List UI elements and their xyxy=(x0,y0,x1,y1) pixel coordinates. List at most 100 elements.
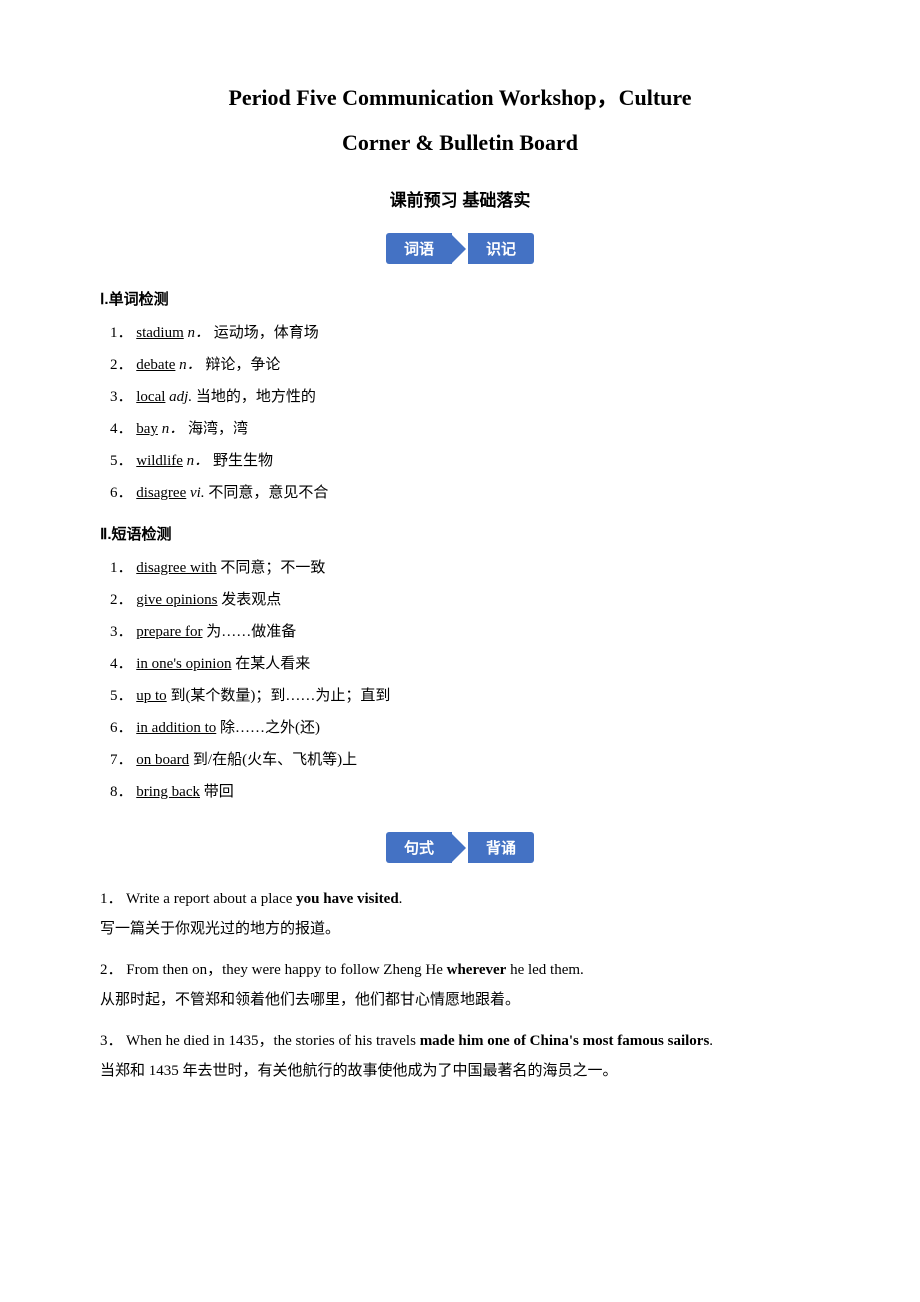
item-num: 1． xyxy=(110,560,133,576)
cn-bay: 海湾，湾 xyxy=(188,421,248,437)
roman2-label: Ⅱ.短语检测 xyxy=(100,523,820,544)
word-debate: debate xyxy=(136,357,175,373)
sentence-end-1: . xyxy=(399,891,403,907)
list-item: 4． in one's opinion 在某人看来 xyxy=(110,652,820,676)
word-bay: bay xyxy=(136,421,158,437)
pos-wildlife: n． xyxy=(187,453,210,469)
sentence-en-2: 2． From then on，they were happy to follo… xyxy=(100,958,820,984)
sentence-text-2a: From then on，they were happy to follow Z… xyxy=(126,962,446,978)
cn-phrase-6: 除……之外(还) xyxy=(220,720,320,736)
word-disagree: disagree xyxy=(136,485,186,501)
sentence-bold-3: made him one of China's most famous sail… xyxy=(420,1033,710,1049)
section-header: 课前预习 基础落实 xyxy=(100,186,820,211)
badge-ciyujiji: 词语 识记 xyxy=(100,233,820,264)
sentence-text-3a: When he died in 1435，the stories of his … xyxy=(126,1033,420,1049)
sentence-cn-2: 从那时起，不管郑和领着他们去哪里，他们都甘心情愿地跟着。 xyxy=(100,988,820,1014)
sentence-item-2: 2． From then on，they were happy to follo… xyxy=(100,958,820,1013)
item-num: 6． xyxy=(110,720,133,736)
cn-phrase-3: 为……做准备 xyxy=(206,624,296,640)
sentence-item-3: 3． When he died in 1435，the stories of h… xyxy=(100,1029,820,1084)
badge-right-shiji: 识记 xyxy=(468,233,534,264)
cn-phrase-4: 在某人看来 xyxy=(235,656,310,672)
roman1-label: Ⅰ.单词检测 xyxy=(100,288,820,309)
sentence-text-1a: Write a report about a place xyxy=(126,891,296,907)
sentence-cn-1: 写一篇关于你观光过的地方的报道。 xyxy=(100,917,820,943)
list-item: 2． give opinions 发表观点 xyxy=(110,588,820,612)
phrase-give-opinions: give opinions xyxy=(136,592,217,608)
phrase-in-addition-to: in addition to xyxy=(136,720,216,736)
cn-phrase-1: 不同意；不一致 xyxy=(220,560,325,576)
word-stadium: stadium xyxy=(136,325,184,341)
item-num: 4． xyxy=(110,421,133,437)
badge-left-ciyujiji: 词语 xyxy=(386,233,452,264)
phrase-in-ones-opinion: in one's opinion xyxy=(136,656,231,672)
sentence-list: 1． Write a report about a place you have… xyxy=(100,887,820,1084)
sentence-text-2b: he led them. xyxy=(506,962,583,978)
list-item: 7． on board 到/在船(火车、飞机等)上 xyxy=(110,748,820,772)
sentence-item-1: 1． Write a report about a place you have… xyxy=(100,887,820,942)
pos-local: adj. xyxy=(169,389,192,405)
sentence-bold-2: wherever xyxy=(447,962,507,978)
roman-section-1: Ⅰ.单词检测 1． stadium n． 运动场，体育场 2． debate n… xyxy=(100,288,820,505)
list-item: 4． bay n． 海湾，湾 xyxy=(110,417,820,441)
cn-disagree: 不同意，意见不合 xyxy=(208,485,328,501)
sentence-en-3: 3． When he died in 1435，the stories of h… xyxy=(100,1029,820,1055)
badge-left-jushi: 句式 xyxy=(386,832,452,863)
item-num: 6． xyxy=(110,485,133,501)
item-num: 4． xyxy=(110,656,133,672)
pos-debate: n． xyxy=(179,357,202,373)
list-item: 5． up to 到(某个数量)；到……为止；直到 xyxy=(110,684,820,708)
page-container: Period Five Communication Workshop，Cultu… xyxy=(100,80,820,1084)
list-item: 2． debate n． 辩论，争论 xyxy=(110,353,820,377)
sentence-end-3: . xyxy=(709,1033,713,1049)
cn-phrase-2: 发表观点 xyxy=(221,592,281,608)
sentence-num-1: 1． xyxy=(100,891,123,907)
item-num: 8． xyxy=(110,784,133,800)
phrase-on-board: on board xyxy=(136,752,189,768)
word-local: local xyxy=(136,389,165,405)
pos-disagree: vi. xyxy=(190,485,205,501)
item-num: 5． xyxy=(110,688,133,704)
cn-phrase-5: 到(某个数量)；到……为止；直到 xyxy=(170,688,390,704)
badge-arrow2 xyxy=(452,834,466,862)
sentence-num-3: 3． xyxy=(100,1033,123,1049)
roman-section-2: Ⅱ.短语检测 1． disagree with 不同意；不一致 2． give … xyxy=(100,523,820,804)
item-num: 3． xyxy=(110,624,133,640)
item-num: 2． xyxy=(110,357,133,373)
cn-phrase-7: 到/在船(火车、飞机等)上 xyxy=(193,752,357,768)
cn-local: 当地的，地方性的 xyxy=(196,389,316,405)
item-num: 7． xyxy=(110,752,133,768)
phrase-disagree-with: disagree with xyxy=(136,560,216,576)
item-num: 1． xyxy=(110,325,133,341)
list-item: 3． local adj. 当地的，地方性的 xyxy=(110,385,820,409)
sub-title: Corner & Bulletin Board xyxy=(100,130,820,156)
phrase-bring-back: bring back xyxy=(136,784,200,800)
sentence-cn-3: 当郑和 1435 年去世时，有关他航行的故事使他成为了中国最著名的海员之一。 xyxy=(100,1059,820,1085)
badge-jushibeisong: 句式 背诵 xyxy=(100,832,820,863)
item-num: 2． xyxy=(110,592,133,608)
sentence-bold-1: you have visited xyxy=(296,891,399,907)
cn-wildlife: 野生生物 xyxy=(213,453,273,469)
item-num: 5． xyxy=(110,453,133,469)
list-item: 5． wildlife n． 野生生物 xyxy=(110,449,820,473)
list-item: 3． prepare for 为……做准备 xyxy=(110,620,820,644)
main-title: Period Five Communication Workshop，Cultu… xyxy=(100,80,820,112)
item-num: 3． xyxy=(110,389,133,405)
sentence-en-1: 1． Write a report about a place you have… xyxy=(100,887,820,913)
phrase-list: 1． disagree with 不同意；不一致 2． give opinion… xyxy=(100,556,820,804)
list-item: 1． stadium n． 运动场，体育场 xyxy=(110,321,820,345)
pos-stadium: n． xyxy=(188,325,211,341)
list-item: 6． in addition to 除……之外(还) xyxy=(110,716,820,740)
list-item: 8． bring back 带回 xyxy=(110,780,820,804)
cn-phrase-8: 带回 xyxy=(204,784,234,800)
word-wildlife: wildlife xyxy=(136,453,183,469)
vocab-list: 1． stadium n． 运动场，体育场 2． debate n． 辩论，争论… xyxy=(100,321,820,505)
list-item: 1． disagree with 不同意；不一致 xyxy=(110,556,820,580)
badge-right-beisong: 背诵 xyxy=(468,832,534,863)
cn-debate: 辩论，争论 xyxy=(205,357,280,373)
cn-stadium: 运动场，体育场 xyxy=(214,325,319,341)
phrase-prepare-for: prepare for xyxy=(136,624,202,640)
list-item: 6． disagree vi. 不同意，意见不合 xyxy=(110,481,820,505)
pos-bay: n． xyxy=(162,421,185,437)
phrase-up-to: up to xyxy=(136,688,166,704)
